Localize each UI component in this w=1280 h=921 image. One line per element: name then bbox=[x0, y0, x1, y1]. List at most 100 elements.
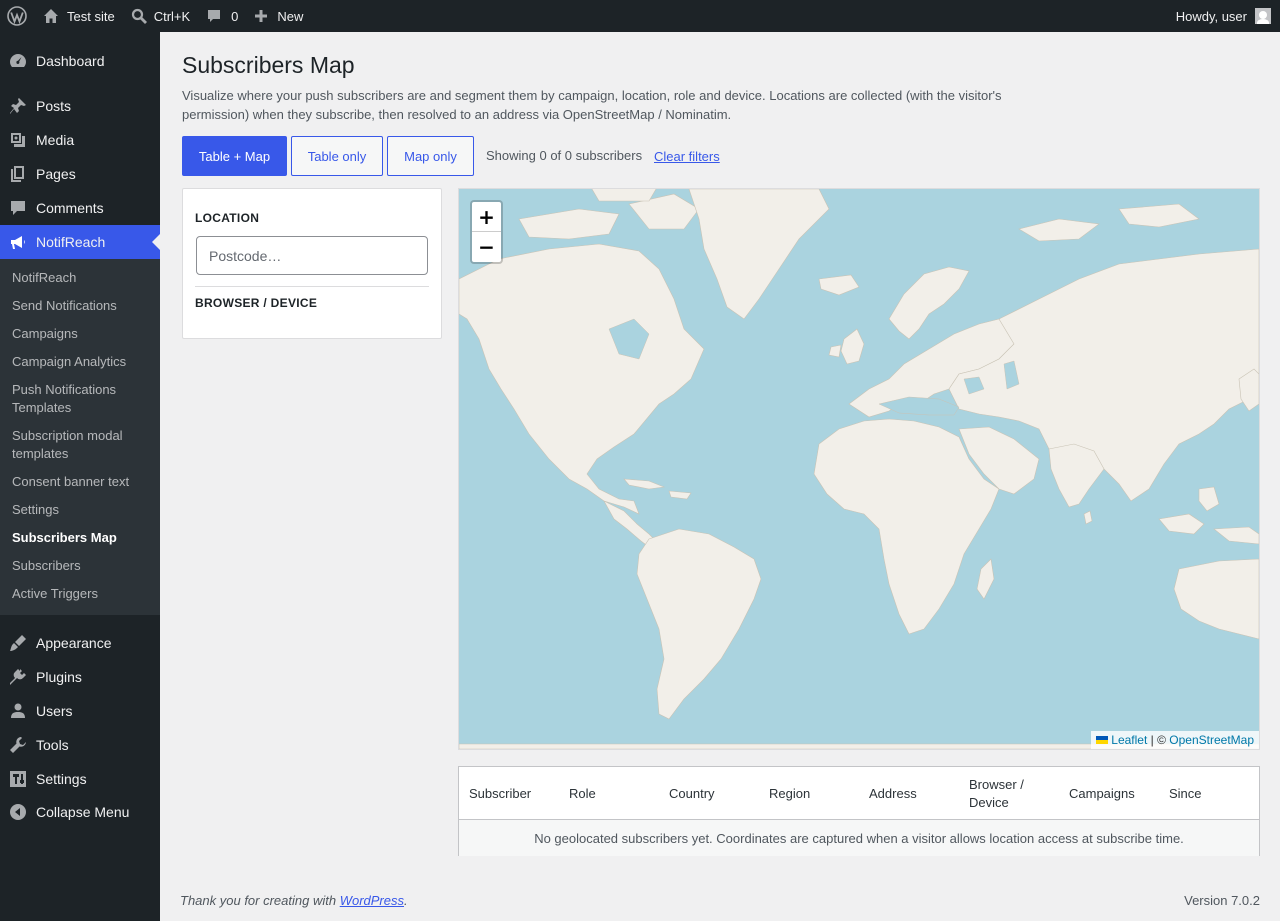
footer-version: Version 7.0.2 bbox=[1184, 893, 1260, 908]
page-description: Visualize where your push subscribers ar… bbox=[182, 88, 1002, 122]
column-header-address: Address bbox=[869, 785, 917, 801]
page-title: Subscribers Map bbox=[182, 52, 355, 78]
menu-notifreach[interactable]: NotifReach bbox=[0, 225, 160, 259]
users-icon bbox=[0, 694, 36, 728]
subscribers-table: Subscriber Role Country Region Address B… bbox=[458, 766, 1260, 856]
menu-tools-label: Tools bbox=[36, 737, 69, 753]
comments-count: 0 bbox=[231, 8, 239, 24]
menu-posts-label: Posts bbox=[36, 98, 72, 114]
submenu-subscribers-map[interactable]: Subscribers Map bbox=[12, 529, 152, 547]
submenu-campaign-analytics[interactable]: Campaign Analytics bbox=[12, 353, 152, 371]
settings-icon bbox=[0, 762, 36, 796]
submenu-campaigns[interactable]: Campaigns bbox=[12, 325, 152, 343]
menu-settings-label: Settings bbox=[36, 771, 87, 787]
menu-posts[interactable]: Posts bbox=[0, 89, 160, 123]
comment-icon bbox=[0, 191, 36, 225]
pages-icon bbox=[0, 157, 36, 191]
admin-sidebar: Dashboard Posts Media Pages Comments Not… bbox=[0, 32, 160, 921]
table-header: Subscriber Role Country Region Address B… bbox=[459, 767, 1259, 820]
leaflet-link[interactable]: Leaflet bbox=[1111, 731, 1147, 749]
postcode-input[interactable] bbox=[196, 236, 428, 275]
view-map-only-button[interactable]: Map only bbox=[387, 136, 474, 176]
view-table-map-button[interactable]: Table + Map bbox=[182, 136, 287, 176]
location-filter-label: LOCATION bbox=[195, 211, 260, 225]
comments-link[interactable]: 0 bbox=[198, 0, 246, 32]
column-header-browser-device: Browser / Device bbox=[969, 776, 1024, 810]
menu-pages[interactable]: Pages bbox=[0, 157, 160, 191]
collapse-menu-label: Collapse Menu bbox=[36, 804, 130, 820]
column-header-role: Role bbox=[569, 785, 596, 801]
menu-users[interactable]: Users bbox=[0, 694, 160, 728]
filters-divider bbox=[195, 286, 429, 287]
new-label: New bbox=[277, 8, 304, 24]
column-header-region: Region bbox=[769, 785, 811, 801]
column-header-country: Country bbox=[669, 785, 715, 801]
menu-appearance[interactable]: Appearance bbox=[0, 626, 160, 660]
zoom-control: + − bbox=[470, 200, 503, 264]
search-shortcut-label: Ctrl+K bbox=[153, 8, 191, 24]
filters-panel: LOCATION BROWSER / DEVICE bbox=[182, 188, 442, 339]
collapse-icon bbox=[0, 795, 36, 829]
plugin-icon bbox=[0, 660, 36, 694]
footer-thanks-prefix: Thank you for creating with bbox=[180, 893, 340, 908]
subscribers-map[interactable]: + − Leaflet | © OpenStreetMap bbox=[458, 188, 1260, 750]
menu-notifreach-label: NotifReach bbox=[36, 234, 106, 250]
menu-settings[interactable]: Settings bbox=[0, 762, 160, 796]
browser-device-filter-label: BROWSER / DEVICE bbox=[195, 296, 318, 310]
menu-media-label: Media bbox=[36, 132, 75, 148]
submenu-consent-banner[interactable]: Consent banner text bbox=[12, 473, 152, 491]
menu-dashboard[interactable]: Dashboard bbox=[0, 44, 160, 78]
zoom-in-button[interactable]: + bbox=[472, 202, 501, 232]
footer-thanks-suffix: . bbox=[404, 893, 408, 908]
footer-thanks: Thank you for creating with WordPress. bbox=[180, 893, 408, 908]
menu-plugins[interactable]: Plugins bbox=[0, 660, 160, 694]
submenu-push-templates[interactable]: Push Notifications Templates bbox=[12, 381, 152, 417]
wordpress-link[interactable]: WordPress bbox=[340, 893, 404, 908]
menu-tools[interactable]: Tools bbox=[0, 728, 160, 762]
submenu-send-notifications[interactable]: Send Notifications bbox=[12, 297, 152, 315]
menu-dashboard-label: Dashboard bbox=[36, 53, 105, 69]
dashboard-icon bbox=[0, 44, 36, 78]
notifreach-submenu: NotifReach Send Notifications Campaigns … bbox=[0, 259, 160, 615]
openstreetmap-link[interactable]: OpenStreetMap bbox=[1169, 731, 1254, 749]
zoom-out-button[interactable]: − bbox=[472, 232, 501, 262]
comment-icon bbox=[208, 10, 221, 22]
submenu-settings[interactable]: Settings bbox=[12, 501, 152, 519]
submenu-notifreach[interactable]: NotifReach bbox=[12, 269, 152, 287]
ukraine-flag-icon bbox=[1096, 736, 1109, 744]
world-map-tiles bbox=[459, 189, 1259, 749]
site-name-link[interactable]: Test site bbox=[34, 0, 123, 32]
view-table-only-button[interactable]: Table only bbox=[291, 136, 383, 176]
collapse-menu-button[interactable]: Collapse Menu bbox=[0, 795, 160, 829]
column-header-subscriber: Subscriber bbox=[469, 785, 532, 801]
attribution-separator: | © bbox=[1147, 733, 1170, 747]
map-attribution: Leaflet | © OpenStreetMap bbox=[1091, 731, 1259, 749]
new-content-button[interactable]: New bbox=[246, 0, 311, 32]
account-menu[interactable]: Howdy, user bbox=[1168, 0, 1280, 32]
wordpress-logo-icon[interactable] bbox=[0, 0, 34, 32]
menu-users-label: Users bbox=[36, 703, 73, 719]
menu-media[interactable]: Media bbox=[0, 123, 160, 157]
showing-count: Showing 0 of 0 subscribers bbox=[486, 148, 643, 163]
plus-icon bbox=[255, 10, 268, 22]
menu-comments[interactable]: Comments bbox=[0, 191, 160, 225]
table-empty-message: No geolocated subscribers yet. Coordinat… bbox=[459, 820, 1259, 856]
submenu-active-triggers[interactable]: Active Triggers bbox=[12, 585, 152, 603]
main-content: Subscribers Map Visualize where your pus… bbox=[160, 32, 1280, 921]
submenu-subscribers[interactable]: Subscribers bbox=[12, 557, 152, 575]
menu-plugins-label: Plugins bbox=[36, 669, 82, 685]
clear-filters-link[interactable]: Clear filters bbox=[654, 149, 720, 164]
megaphone-icon bbox=[0, 225, 36, 259]
site-name-label: Test site bbox=[67, 8, 115, 24]
column-header-since: Since bbox=[1169, 785, 1202, 801]
menu-appearance-label: Appearance bbox=[36, 635, 112, 651]
command-palette-button[interactable]: Ctrl+K bbox=[123, 0, 198, 32]
menu-comments-label: Comments bbox=[36, 200, 104, 216]
column-header-campaigns: Campaigns bbox=[1069, 785, 1135, 801]
avatar bbox=[1255, 8, 1271, 24]
howdy-label: Howdy, user bbox=[1175, 8, 1247, 24]
paintbrush-icon bbox=[0, 626, 36, 660]
home-icon bbox=[44, 9, 58, 23]
submenu-modal-templates[interactable]: Subscription modal templates bbox=[12, 427, 152, 463]
menu-pages-label: Pages bbox=[36, 166, 76, 182]
